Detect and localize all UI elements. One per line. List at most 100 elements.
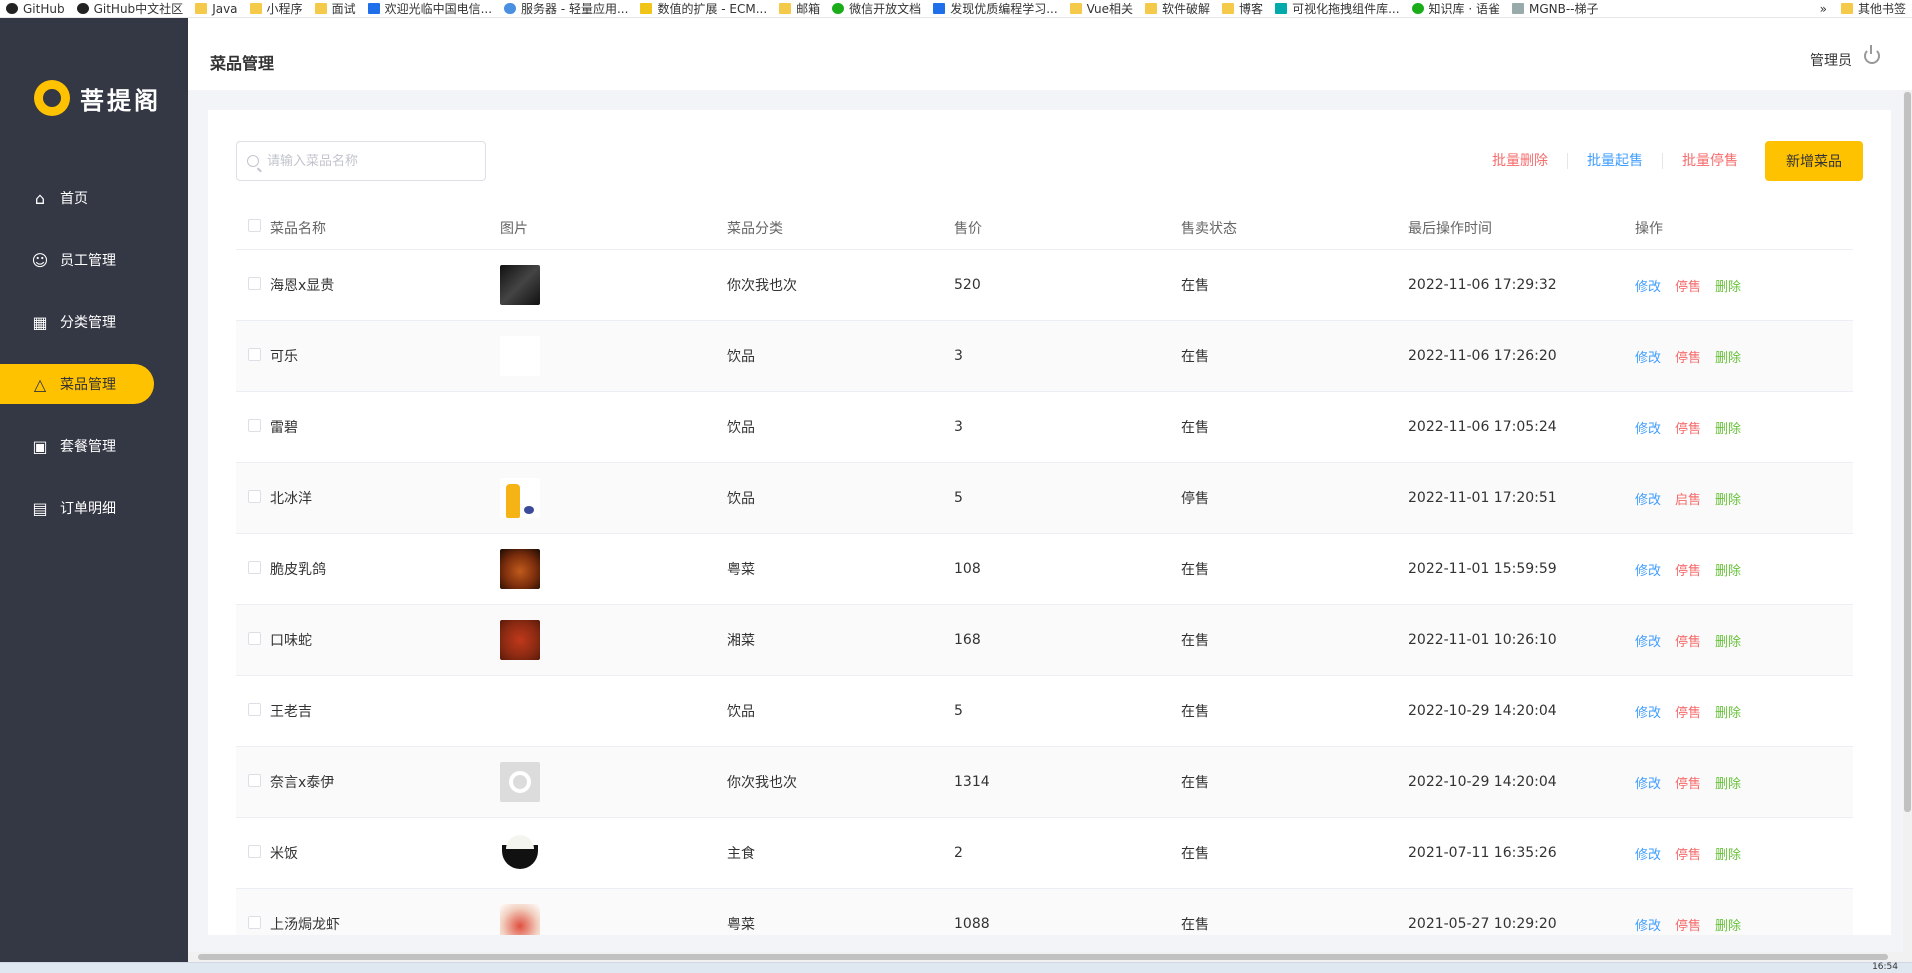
user-name[interactable]: 管理员	[1810, 50, 1852, 70]
row-checkbox[interactable]	[248, 631, 261, 645]
delete-button[interactable]: 删除	[1715, 702, 1741, 721]
select-all-checkbox[interactable]	[248, 219, 261, 232]
dish-image[interactable]	[500, 762, 540, 802]
edit-button[interactable]: 修改	[1635, 347, 1661, 366]
toggle-sale-button[interactable]: 启售	[1675, 489, 1701, 508]
toggle-sale-button[interactable]: 停售	[1675, 773, 1701, 792]
bookmark-server[interactable]: 服务器 - 轻量应用...	[498, 0, 634, 17]
toggle-sale-button[interactable]: 停售	[1675, 276, 1701, 295]
delete-button[interactable]: 删除	[1715, 773, 1741, 792]
sidebar-item-categories[interactable]: ▦ 分类管理	[0, 302, 188, 342]
dish-image[interactable]	[500, 336, 540, 376]
row-checkbox[interactable]	[248, 560, 261, 574]
toggle-sale-button[interactable]: 停售	[1675, 418, 1701, 437]
delete-button[interactable]: 删除	[1715, 631, 1741, 650]
bookmark-wechat[interactable]: 微信开放文档	[826, 0, 927, 17]
sidebar-item-dishes[interactable]: △ 菜品管理	[0, 364, 154, 404]
table-row: 北冰洋 饮品 5 停售 2022-11-01 17:20:51 修改 启售 删除	[236, 463, 1853, 534]
dish-image[interactable]	[500, 265, 540, 305]
horizontal-scrollbar[interactable]	[188, 952, 1912, 962]
row-checkbox[interactable]	[248, 773, 261, 787]
batch-enable-button[interactable]: 批量起售	[1568, 153, 1663, 169]
dish-price: 1314	[954, 774, 990, 790]
dish-image[interactable]	[500, 620, 540, 660]
sidebar-item-packages[interactable]: ▣ 套餐管理	[0, 426, 188, 466]
bookmark-java[interactable]: Java	[189, 0, 243, 17]
edit-button[interactable]: 修改	[1635, 418, 1661, 437]
bookmark-miniprogram[interactable]: 小程序	[244, 0, 309, 17]
dish-image[interactable]	[500, 691, 540, 731]
dish-image[interactable]	[500, 478, 540, 518]
sidebar-item-employees[interactable]: ☺ 员工管理	[0, 240, 188, 280]
link-icon	[1511, 3, 1524, 14]
row-checkbox[interactable]	[248, 347, 261, 361]
code-icon	[933, 3, 946, 14]
column-header-price: 售价	[954, 220, 982, 237]
batch-disable-button[interactable]: 批量停售	[1663, 153, 1757, 169]
row-checkbox[interactable]	[248, 418, 261, 432]
delete-button[interactable]: 删除	[1715, 844, 1741, 863]
delete-button[interactable]: 删除	[1715, 347, 1741, 366]
dish-status: 在售	[1181, 562, 1209, 578]
bookmark-github[interactable]: GitHub	[0, 0, 71, 17]
toggle-sale-button[interactable]: 停售	[1675, 844, 1701, 863]
toggle-sale-button[interactable]: 停售	[1675, 560, 1701, 579]
logo[interactable]: 菩提阁	[34, 80, 161, 116]
edit-button[interactable]: 修改	[1635, 489, 1661, 508]
row-checkbox[interactable]	[248, 915, 261, 929]
delete-button[interactable]: 删除	[1715, 915, 1741, 934]
batch-delete-button[interactable]: 批量删除	[1473, 153, 1568, 169]
sidebar-item-orders[interactable]: ▤ 订单明细	[0, 488, 188, 528]
delete-button[interactable]: 删除	[1715, 560, 1741, 579]
power-icon[interactable]	[1864, 45, 1880, 64]
search-input[interactable]	[267, 153, 477, 169]
toggle-sale-button[interactable]: 停售	[1675, 631, 1701, 650]
delete-button[interactable]: 删除	[1715, 276, 1741, 295]
row-checkbox[interactable]	[248, 844, 261, 858]
row-checkbox[interactable]	[248, 276, 261, 290]
search-box[interactable]	[236, 141, 486, 181]
bookmark-github-cn[interactable]: GitHub中文社区	[71, 0, 190, 17]
row-checkbox[interactable]	[248, 489, 261, 503]
row-checkbox[interactable]	[248, 702, 261, 716]
edit-button[interactable]: 修改	[1635, 844, 1661, 863]
bookmark-mgnb[interactable]: MGNB--梯子	[1506, 0, 1605, 17]
bookmark-telecom[interactable]: 欢迎光临中国电信...	[362, 0, 498, 17]
bookmark-dragdrop[interactable]: 可视化拖拽组件库...	[1269, 0, 1405, 17]
edit-button[interactable]: 修改	[1635, 276, 1661, 295]
edit-button[interactable]: 修改	[1635, 560, 1661, 579]
dish-name: 奈言x泰伊	[270, 775, 335, 791]
taskbar-clock: 16:54	[1872, 962, 1898, 972]
bookmark-code[interactable]: 发现优质编程学习...	[927, 0, 1063, 17]
edit-button[interactable]: 修改	[1635, 702, 1661, 721]
bookmark-es[interactable]: 数值的扩展 - ECM...	[634, 0, 773, 17]
bookmark-crack[interactable]: 软件破解	[1139, 0, 1216, 17]
bookmark-other[interactable]: 其他书签	[1835, 0, 1912, 17]
dish-image[interactable]	[500, 904, 540, 935]
users-icon: ☺	[31, 250, 49, 270]
toggle-sale-button[interactable]: 停售	[1675, 347, 1701, 366]
toggle-sale-button[interactable]: 停售	[1675, 702, 1701, 721]
edit-button[interactable]: 修改	[1635, 773, 1661, 792]
bookmarks-more-button[interactable]: »	[1812, 0, 1835, 17]
sidebar-item-label: 员工管理	[60, 253, 116, 269]
bookmark-yuque[interactable]: 知识库 · 语雀	[1406, 0, 1506, 17]
toggle-sale-button[interactable]: 停售	[1675, 915, 1701, 934]
toolbar: 批量删除 批量起售 批量停售 新增菜品	[1473, 141, 1863, 181]
edit-button[interactable]: 修改	[1635, 631, 1661, 650]
bookmark-vue[interactable]: Vue相关	[1064, 0, 1139, 17]
delete-button[interactable]: 删除	[1715, 489, 1741, 508]
sidebar-item-home[interactable]: ⌂ 首页	[0, 178, 188, 218]
add-dish-button[interactable]: 新增菜品	[1765, 141, 1863, 181]
vertical-scrollbar[interactable]	[1903, 90, 1912, 952]
bookmarks-bar: GitHub GitHub中文社区 Java 小程序 面试 欢迎光临中国电信..…	[0, 0, 1912, 18]
dish-name: 口味蛇	[270, 633, 312, 649]
edit-button[interactable]: 修改	[1635, 915, 1661, 934]
bookmark-interview[interactable]: 面试	[309, 0, 362, 17]
bookmark-blog[interactable]: 博客	[1216, 0, 1269, 17]
dish-image[interactable]	[500, 549, 540, 589]
dish-image[interactable]	[500, 407, 540, 447]
dish-image[interactable]	[500, 833, 540, 873]
bookmark-mail[interactable]: 邮箱	[773, 0, 826, 17]
delete-button[interactable]: 删除	[1715, 418, 1741, 437]
